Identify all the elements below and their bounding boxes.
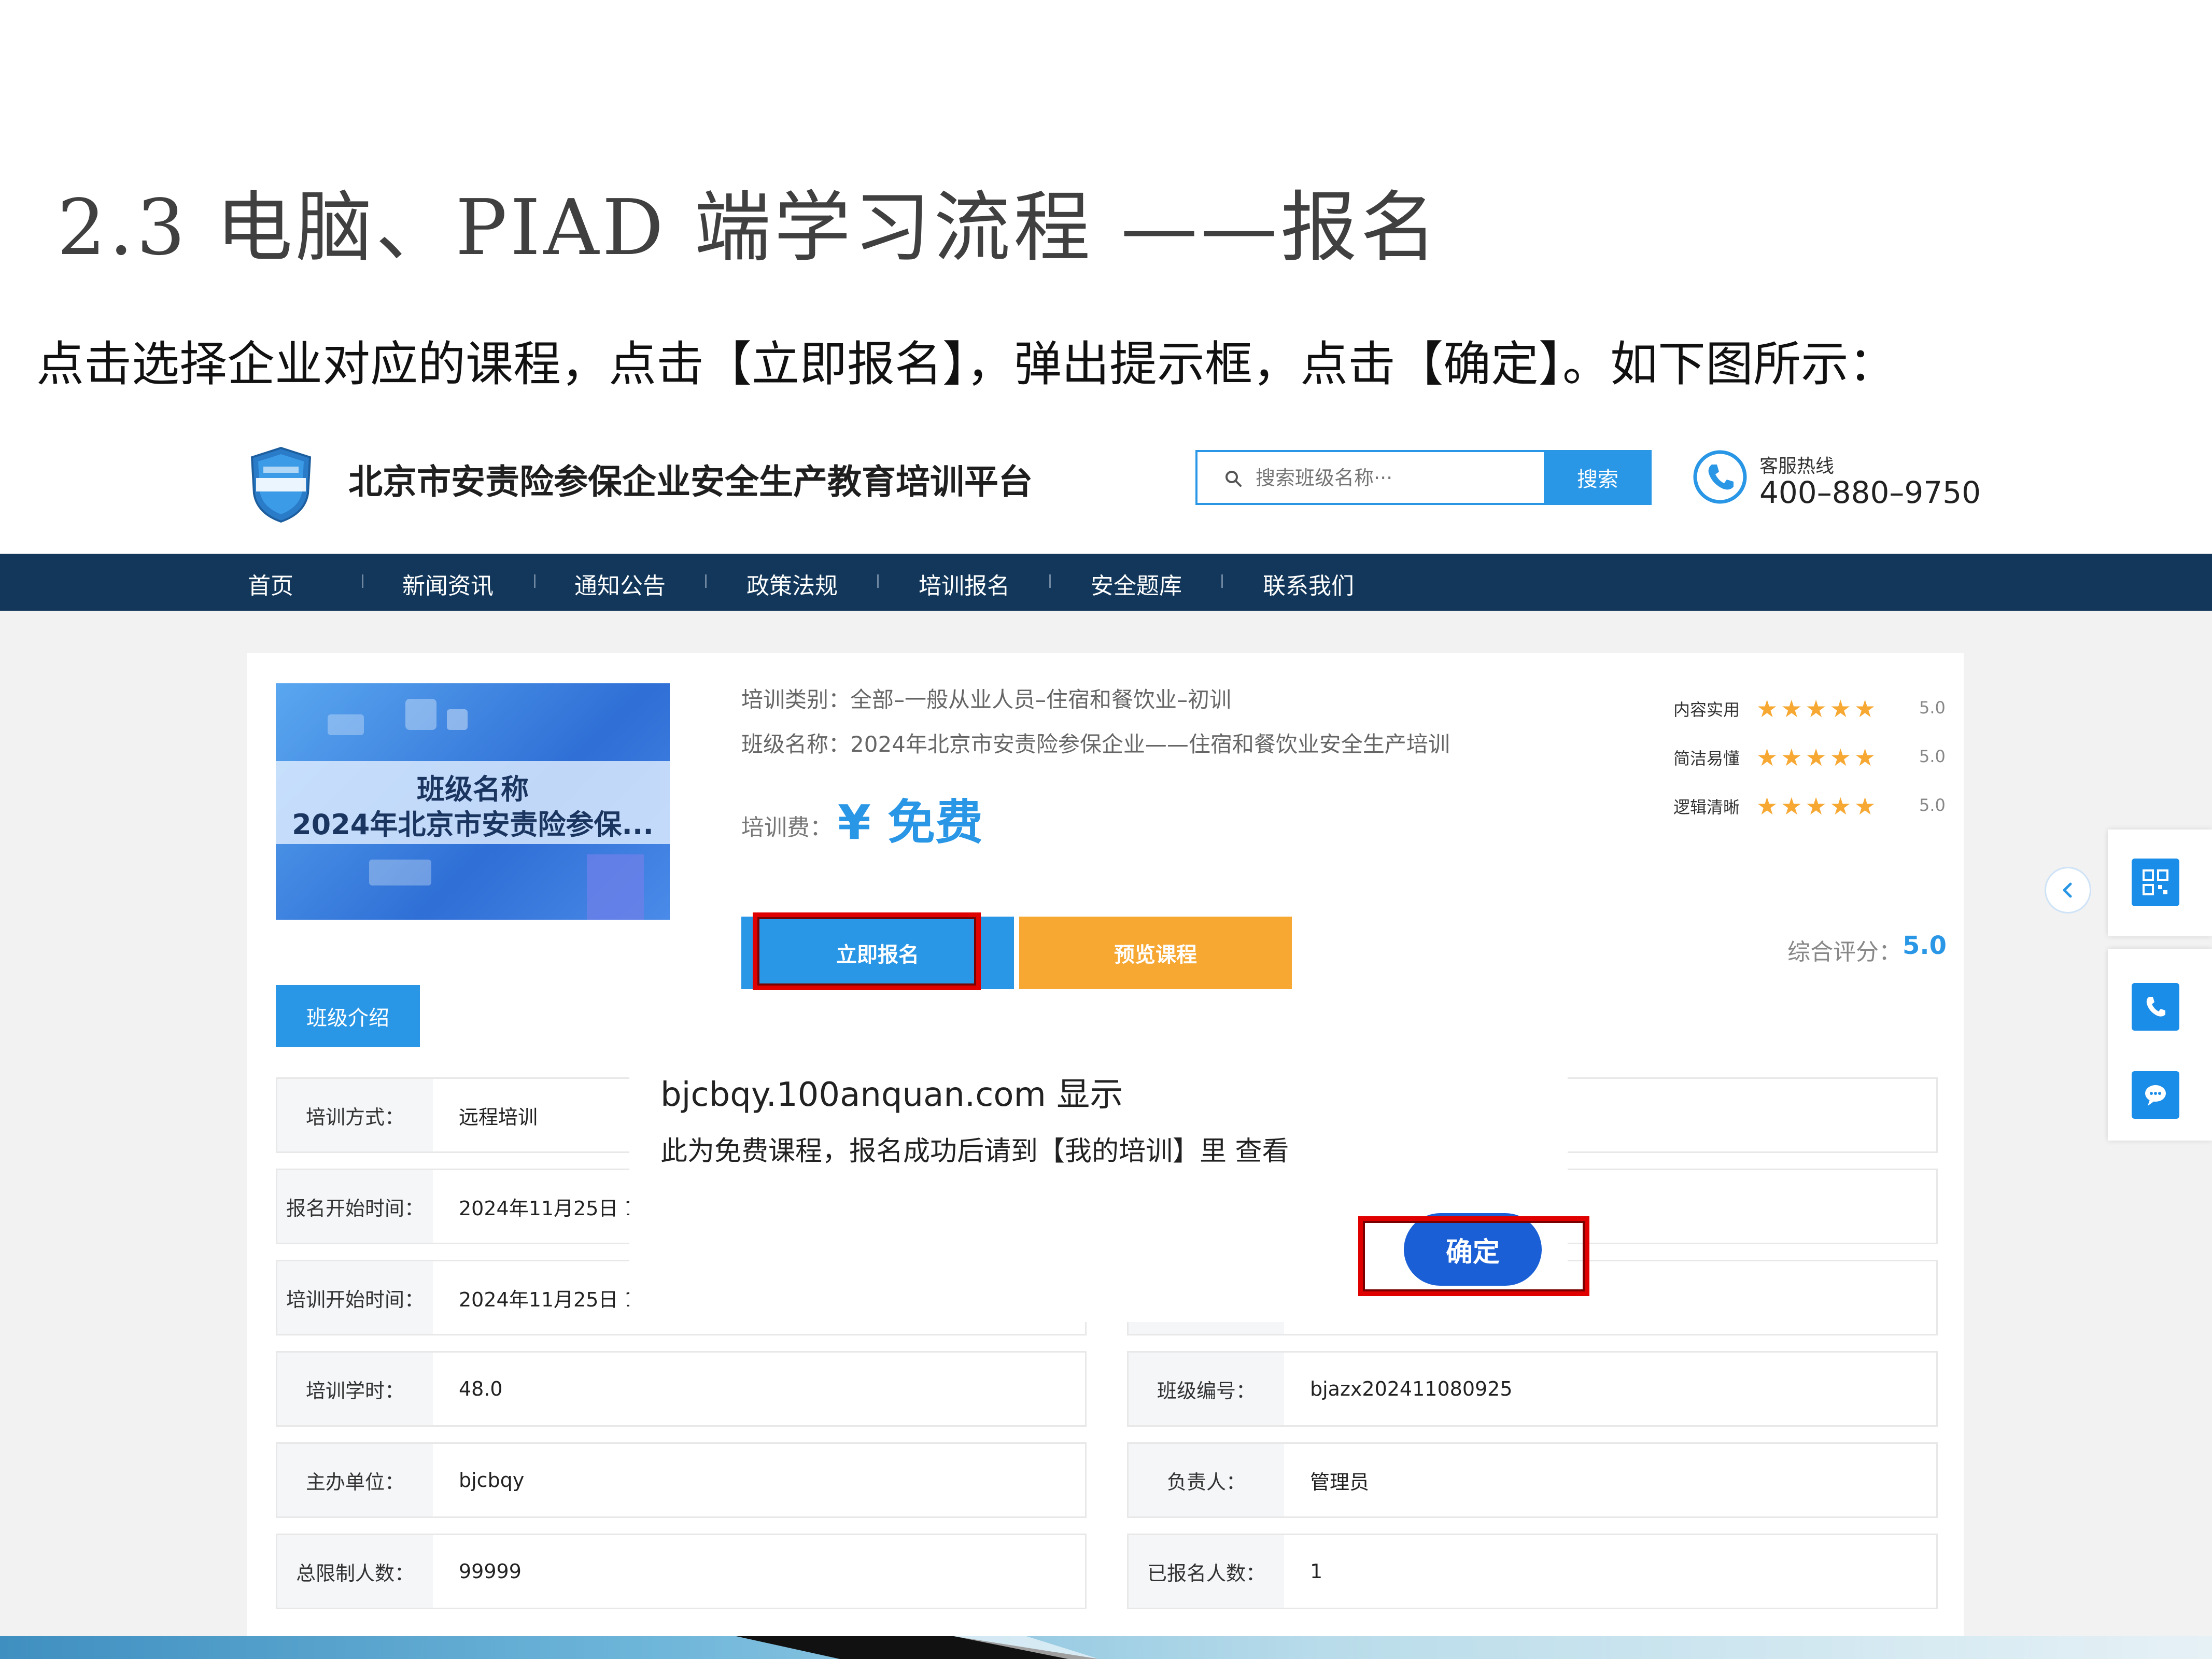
phone-icon [1693,450,1747,504]
chevron-left-icon [2063,882,2072,898]
slide-bottom-bar [0,1636,2212,1659]
star-rating-icon: ★★★★★ [1756,695,1879,723]
overall-rating-label: 综合评分： [1787,939,1901,965]
field-label: 班级编号： [1129,1353,1284,1425]
chat-float-button[interactable] [2132,1071,2179,1119]
field-training-hours: 培训学时： 48.0 [276,1351,1087,1427]
field-label: 总限制人数： [277,1535,433,1608]
field-value: 1 [1310,1560,1323,1583]
field-value: bjcbqy [459,1469,525,1492]
rating-score: 5.0 [1919,747,1946,766]
nav-item-news[interactable]: 新闻资讯 [402,567,494,600]
rating-label: 逻辑清晰 [1673,797,1740,817]
enroll-highlight-box [753,912,981,990]
search-icon [1225,471,1242,487]
dialog-title: bjcbqy.100anquan.com 显示 [660,1076,1123,1114]
search-button[interactable]: 搜索 [1544,450,1652,505]
field-label: 已报名人数： [1129,1535,1284,1608]
site-header: 北京市安责险参保企业安全生产教育培训平台 搜索 客服热线 400–880–975… [0,425,2212,554]
tab-class-intro[interactable]: 班级介绍 [276,985,420,1047]
nav-item-policies[interactable]: 政策法规 [746,567,838,600]
nav-separator [1049,574,1051,588]
course-banner-image[interactable]: 班级名称 2024年北京市安责险参保... [276,683,670,920]
field-label: 负责人： [1129,1444,1284,1516]
field-label: 培训学时： [277,1353,433,1425]
field-enrolled-count: 已报名人数： 1 [1127,1534,1938,1609]
course-category: 培训类别：全部–一般从业人员–住宿和餐饮业–初训 [741,687,1232,712]
nav-separator [705,574,707,588]
field-label: 培训方式： [277,1079,433,1151]
rating-score: 5.0 [1919,698,1946,718]
site-name: 北京市安责险参保企业安全生产教育培训平台 [348,462,1033,502]
nav-separator [534,574,536,588]
qrcode-button[interactable] [2132,859,2179,906]
nav-item-notices[interactable]: 通知公告 [574,567,666,600]
slide-bottom-decoration [736,1636,1099,1659]
chat-bubble-icon [2145,1085,2166,1106]
rating-label: 内容实用 [1673,700,1740,720]
hotline-label: 客服热线 [1759,456,1835,477]
hotline-number: 400–880–9750 [1759,475,1981,510]
fee-value: ¥ 免费 [838,795,983,850]
field-value: bjazx202411080925 [1310,1377,1513,1400]
search-input[interactable] [1255,452,1578,504]
main-nav: 首页 新闻资讯 通知公告 政策法规 培训报名 安全题库 联系我们 [0,554,2212,611]
field-label: 主办单位： [277,1444,433,1516]
float-panel-qrcode [2108,830,2212,936]
star-rating-icon: ★★★★★ [1756,792,1879,820]
fee-label: 培训费： [741,814,833,841]
nav-separator [362,574,363,588]
confirm-highlight-box [1358,1216,1589,1296]
banner-subtitle: 2024年北京市安责险参保... [292,808,654,841]
field-value: 2024年11月25日 11 [459,1288,650,1311]
field-value: 管理员 [1310,1470,1370,1494]
preview-course-button[interactable]: 预览课程 [1019,917,1292,989]
field-value: 远程培训 [459,1105,538,1129]
site-logo-shield-icon[interactable] [249,446,313,524]
field-value: 48.0 [459,1377,503,1400]
field-value: 99999 [459,1560,522,1583]
field-value: 2024年11月25日 11 [459,1197,650,1220]
embedded-screenshot: 北京市安责险参保企业安全生产教育培训平台 搜索 客服热线 400–880–975… [0,425,2212,1659]
nav-separator [1221,574,1223,588]
float-collapse-button[interactable] [2045,867,2091,913]
course-class-name: 班级名称：2024年北京市安责险参保企业——住宿和餐饮业安全生产培训 [741,732,1450,757]
field-host-organization: 主办单位： bjcbqy [276,1442,1087,1518]
dialog-message: 此为免费课程，报名成功后请到【我的培训】里 查看 [660,1136,1289,1167]
field-manager: 负责人： 管理员 [1127,1442,1938,1518]
slide-title: 2.3 电脑、PIAD 端学习流程 ——报名 [57,183,1441,272]
star-rating-icon: ★★★★★ [1756,743,1879,771]
phone-icon [2146,997,2165,1017]
slide-instruction: 点击选择企业对应的课程，点击【立即报名】，弹出提示框，点击【确定】。如下图所示： [36,336,1897,392]
nav-item-home[interactable]: 首页 [248,567,293,600]
nav-separator [877,574,879,588]
nav-item-training-enroll[interactable]: 培训报名 [919,567,1010,600]
qrcode-icon [2143,869,2168,895]
phone-float-button[interactable] [2132,983,2179,1031]
rating-label: 简洁易懂 [1673,749,1740,768]
nav-item-contact[interactable]: 联系我们 [1263,567,1354,600]
nav-item-question-bank[interactable]: 安全题库 [1091,567,1182,600]
float-panel-contact [2108,949,2212,1141]
rating-score: 5.0 [1919,795,1946,815]
overall-rating-value: 5.0 [1903,931,1947,960]
field-label: 报名开始时间： [277,1170,433,1243]
field-total-limit: 总限制人数： 99999 [276,1534,1087,1609]
field-label: 培训开始时间： [277,1261,433,1334]
field-class-code: 班级编号： bjazx202411080925 [1127,1351,1938,1427]
